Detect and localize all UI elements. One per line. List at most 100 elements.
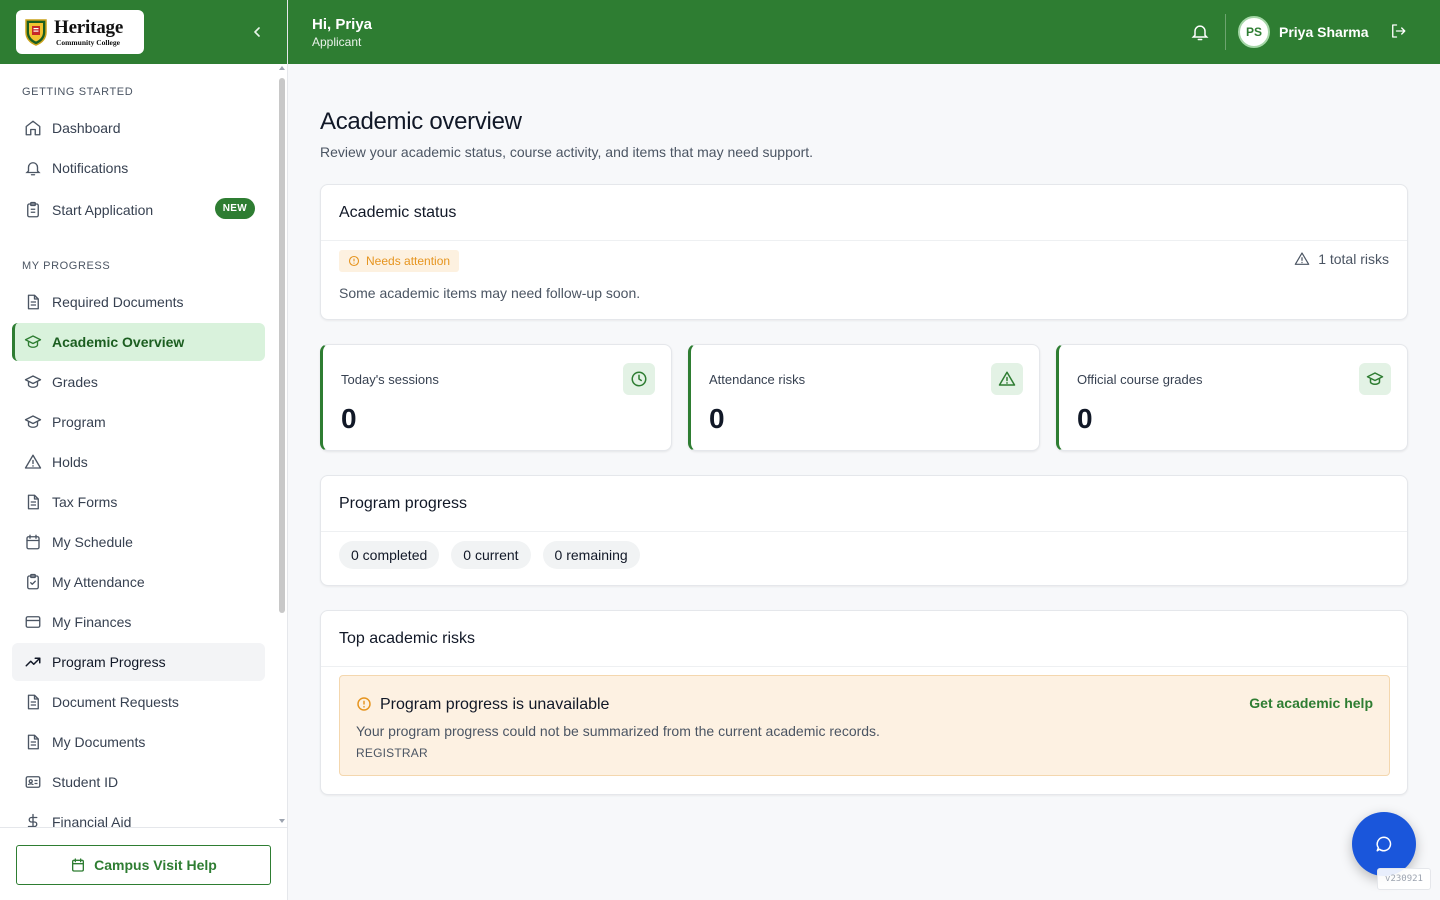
stat-value: 0: [341, 403, 357, 434]
academic-status-card: Academic status Needs attention 1 total …: [320, 184, 1408, 320]
credit-card-icon: [25, 616, 41, 628]
risk-category: REGISTRAR: [356, 746, 428, 760]
sidebar-item-financial-aid[interactable]: Financial Aid: [12, 803, 265, 827]
greeting: Hi, Priya Applicant: [312, 16, 372, 49]
sidebar-item-notifications[interactable]: Notifications: [12, 149, 265, 187]
get-academic-help-link[interactable]: Get academic help: [1249, 695, 1373, 711]
sidebar-item-label: Program: [52, 414, 106, 430]
sidebar-item-label: Start Application: [52, 202, 154, 218]
stat-value: 0: [709, 403, 725, 434]
home-icon: [25, 120, 41, 136]
sidebar-item-start-application[interactable]: Start Application NEW: [12, 191, 265, 229]
sidebar-item-label: Required Documents: [52, 294, 184, 310]
logout-button[interactable]: [1389, 22, 1409, 42]
notifications-button[interactable]: [1190, 22, 1210, 42]
warning-icon: [1294, 252, 1310, 265]
sidebar-item-my-attendance[interactable]: My Attendance: [12, 563, 265, 601]
risk-title: Program progress is unavailable: [380, 696, 610, 713]
collapse-sidebar-button[interactable]: [247, 22, 267, 42]
sidebar-item-grades[interactable]: Grades: [12, 363, 265, 401]
warning-icon: [24, 454, 42, 469]
sidebar-item-label: Financial Aid: [52, 814, 132, 827]
program-progress-card: Program progress 0 completed 0 current 0…: [320, 475, 1408, 586]
user-name[interactable]: Priya Sharma: [1279, 24, 1369, 40]
clipboard-check-icon: [27, 573, 39, 590]
sidebar-item-label: Tax Forms: [52, 494, 118, 510]
campus-visit-help-button[interactable]: Campus Visit Help: [16, 845, 271, 885]
logo-name: Heritage: [54, 16, 124, 38]
sidebar-item-label: My Attendance: [52, 574, 145, 590]
progress-chips: 0 completed 0 current 0 remaining: [339, 541, 640, 569]
completed-chip: 0 completed: [339, 541, 440, 569]
status-badge-label: Needs attention: [366, 254, 451, 268]
graduation-cap-icon: [24, 335, 42, 348]
chevron-left-icon: [254, 27, 260, 37]
document-icon: [27, 494, 39, 510]
graduation-cap-icon: [24, 375, 42, 388]
sidebar-item-document-requests[interactable]: Document Requests: [12, 683, 265, 721]
total-risks: 1 total risks: [1294, 251, 1389, 267]
status-badge: Needs attention: [339, 250, 460, 272]
sidebar-item-student-id[interactable]: Student ID: [12, 763, 265, 801]
scroll-up-arrow-icon[interactable]: [279, 66, 285, 70]
top-academic-risks-card: Top academic risks Program progress is u…: [320, 610, 1408, 795]
topbar-divider: [1225, 14, 1226, 50]
sidebar-item-label: Academic Overview: [52, 334, 185, 350]
scroll-down-arrow-icon[interactable]: [279, 819, 285, 823]
stat-label: Today's sessions: [341, 372, 439, 387]
logout-icon: [1392, 24, 1406, 38]
remaining-chip: 0 remaining: [542, 541, 640, 569]
sidebar-header: Heritage Community College: [0, 0, 287, 64]
document-icon: [27, 294, 39, 310]
sidebar-item-tax-forms[interactable]: Tax Forms: [12, 483, 265, 521]
sidebar-scrollbar[interactable]: [278, 64, 287, 827]
logo-subtitle: Community College: [56, 37, 120, 47]
sidebar-item-holds[interactable]: Holds: [12, 443, 265, 481]
page-title: Academic overview: [320, 108, 522, 135]
sidebar-item-label: My Documents: [52, 734, 146, 750]
total-risks-label: 1 total risks: [1318, 251, 1389, 267]
sidebar-item-my-documents[interactable]: My Documents: [12, 723, 265, 761]
avatar[interactable]: PS: [1238, 16, 1270, 48]
scroll-thumb[interactable]: [279, 78, 285, 613]
chat-button[interactable]: [1352, 812, 1416, 876]
alert-circle-icon: [357, 697, 371, 711]
document-icon: [27, 694, 39, 710]
sidebar-item-program[interactable]: Program: [12, 403, 265, 441]
card-heading: Program progress: [321, 476, 1407, 532]
clipboard-icon: [27, 201, 39, 218]
risk-description: Your program progress could not be summa…: [356, 723, 880, 739]
campus-visit-help-label: Campus Visit Help: [94, 857, 217, 873]
greeting-name: Hi, Priya: [312, 16, 373, 33]
document-icon: [27, 734, 39, 750]
stat-card-todays-sessions: Today's sessions 0: [320, 344, 672, 451]
stat-label: Official course grades: [1077, 372, 1203, 387]
risk-item: Program progress is unavailable Your pro…: [339, 675, 1390, 776]
sidebar-item-required-documents[interactable]: Required Documents: [12, 283, 265, 321]
graduation-cap-icon: [1366, 372, 1384, 385]
card-heading: Top academic risks: [321, 611, 1407, 667]
sidebar-item-label: Student ID: [52, 774, 119, 790]
stat-label: Attendance risks: [709, 372, 806, 387]
sidebar-item-my-schedule[interactable]: My Schedule: [12, 523, 265, 561]
sidebar-item-academic-overview[interactable]: Academic Overview: [12, 323, 265, 361]
current-chip: 0 current: [451, 541, 531, 569]
sidebar-item-program-progress[interactable]: Program Progress: [12, 643, 265, 681]
warning-icon: [998, 371, 1016, 386]
dollar-icon: [27, 813, 38, 827]
graduation-cap-icon: [24, 415, 42, 428]
sidebar-item-label: Document Requests: [52, 694, 179, 710]
sidebar-item-label: Holds: [52, 454, 88, 470]
top-bar: Hi, Priya Applicant PS Priya Sharma: [288, 0, 1440, 64]
sidebar-footer: Campus Visit Help: [0, 827, 287, 900]
sidebar-item-my-finances[interactable]: My Finances: [12, 603, 265, 641]
sidebar-item-label: My Schedule: [52, 534, 133, 550]
college-logo[interactable]: Heritage Community College: [16, 10, 144, 54]
page-subtitle: Review your academic status, course acti…: [320, 144, 814, 160]
sidebar-item-dashboard[interactable]: Dashboard: [12, 109, 265, 147]
crest-icon: [25, 19, 47, 46]
calendar-icon: [72, 858, 85, 872]
new-badge: NEW: [214, 198, 255, 219]
sidebar-item-label: My Finances: [52, 614, 132, 630]
stat-card-official-course-grades: Official course grades 0: [1056, 344, 1408, 451]
